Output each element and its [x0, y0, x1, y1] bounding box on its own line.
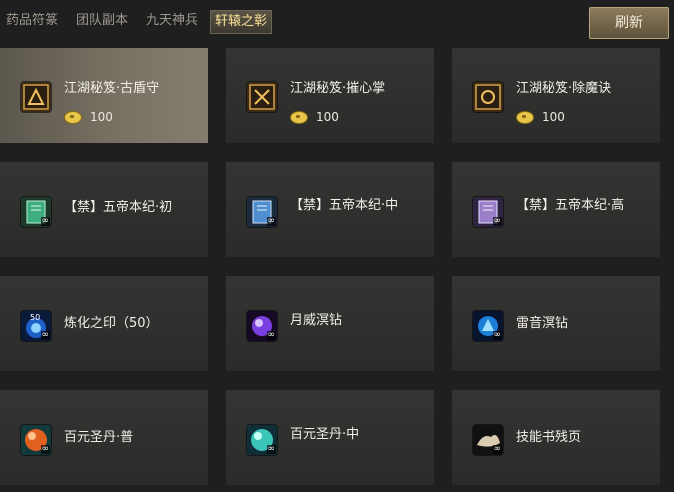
- green-book-icon: ∞: [20, 196, 52, 228]
- blue-gem-icon: ∞: [472, 310, 504, 342]
- shop-item-card[interactable]: 50 ∞ 炼化之印（50）: [0, 276, 208, 371]
- shop-item-card[interactable]: ∞ 月威溟钻: [226, 276, 434, 371]
- item-name: 炼化之印（50）: [64, 316, 159, 331]
- item-name: 【禁】五帝本纪·高: [516, 198, 625, 213]
- item-name: 【禁】五帝本纪·中: [290, 198, 399, 213]
- gold-coin-icon: [64, 111, 82, 124]
- gold-coin-icon: [516, 111, 534, 124]
- blue-book-icon: ∞: [246, 196, 278, 228]
- tab-xuanyuan[interactable]: 轩辕之彰: [210, 10, 273, 34]
- item-price: 100: [290, 110, 339, 124]
- svg-text:50: 50: [30, 313, 40, 322]
- secret-manual-icon: [20, 81, 52, 113]
- tab-team-dungeon[interactable]: 团队副本: [72, 10, 132, 32]
- shop-item-card[interactable]: 江湖秘笈·古盾守 100: [0, 48, 208, 143]
- tab-medicine[interactable]: 药品符篆: [2, 10, 62, 32]
- gold-coin-icon: [290, 111, 308, 124]
- refresh-button[interactable]: 刷新: [589, 7, 669, 39]
- shop-item-card[interactable]: ∞ 【禁】五帝本纪·高: [452, 162, 660, 257]
- item-name: 江湖秘笈·摧心掌: [290, 81, 386, 96]
- item-name: 月威溟钻: [290, 313, 343, 328]
- teal-pill-icon: ∞: [246, 424, 278, 456]
- shop-item-card[interactable]: ∞ 百元圣丹·普: [0, 390, 208, 485]
- tab-divine-weapon[interactable]: 九天神兵: [142, 10, 202, 32]
- purple-book-icon: ∞: [472, 196, 504, 228]
- purple-gem-icon: ∞: [246, 310, 278, 342]
- secret-manual-icon: [246, 81, 278, 113]
- secret-manual-icon: [472, 81, 504, 113]
- shop-item-card[interactable]: ∞ 【禁】五帝本纪·中: [226, 162, 434, 257]
- shop-item-card[interactable]: ∞ 百元圣丹·中: [226, 390, 434, 485]
- item-name: 江湖秘笈·除魔诀: [516, 81, 612, 96]
- item-price: 100: [516, 110, 565, 124]
- refine-seal-icon: 50 ∞: [20, 310, 52, 342]
- shop-item-card[interactable]: ∞ 技能书残页: [452, 390, 660, 485]
- item-name: 雷音溟钻: [516, 316, 569, 331]
- orange-pill-icon: ∞: [20, 424, 52, 456]
- tab-bar: 药品符篆 团队副本 九天神兵 轩辕之彰 刷新: [0, 0, 674, 42]
- shop-item-card[interactable]: ∞ 【禁】五帝本纪·初: [0, 162, 208, 257]
- shop-item-card[interactable]: 江湖秘笈·摧心掌 100: [226, 48, 434, 143]
- item-price: 100: [64, 110, 113, 124]
- scroll-fragment-icon: ∞: [472, 424, 504, 456]
- item-name: 技能书残页: [516, 430, 582, 445]
- item-name: 百元圣丹·中: [290, 427, 360, 442]
- shop-item-card[interactable]: 江湖秘笈·除魔诀 100: [452, 48, 660, 143]
- shop-item-card[interactable]: ∞ 雷音溟钻: [452, 276, 660, 371]
- item-name: 【禁】五帝本纪·初: [64, 200, 173, 215]
- item-name: 江湖秘笈·古盾守: [64, 81, 160, 96]
- item-name: 百元圣丹·普: [64, 430, 134, 445]
